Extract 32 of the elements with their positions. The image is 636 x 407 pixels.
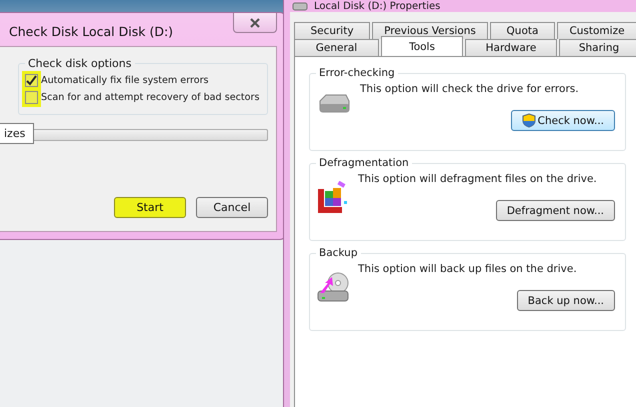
tab[interactable]: Sharing bbox=[559, 39, 636, 56]
tab[interactable]: Hardware bbox=[465, 39, 557, 56]
section-title: Error-checking bbox=[318, 67, 396, 79]
section-title: Backup bbox=[318, 247, 358, 259]
tooltip: izes bbox=[0, 123, 34, 144]
checkbox[interactable] bbox=[25, 74, 38, 87]
window-title: Local Disk (D:) Properties bbox=[314, 0, 440, 12]
cancel-button[interactable]: Cancel bbox=[196, 197, 268, 218]
group-title: Check disk options bbox=[27, 57, 132, 70]
defragment-icon bbox=[316, 181, 350, 215]
drive-icon bbox=[292, 1, 308, 11]
backup-drive-icon bbox=[316, 271, 350, 303]
close-icon bbox=[248, 18, 262, 28]
tab[interactable]: Customize bbox=[557, 22, 636, 39]
start-button[interactable]: Start bbox=[114, 197, 186, 218]
tab[interactable]: General bbox=[294, 39, 379, 56]
close-button[interactable] bbox=[233, 13, 277, 33]
section-description: This option will check the drive for errors. bbox=[360, 83, 580, 95]
defragment-button[interactable]: Defragment now... bbox=[496, 200, 615, 221]
section-title: Defragmentation bbox=[318, 157, 410, 169]
shield-icon bbox=[522, 113, 536, 128]
backup-button[interactable]: Back up now... bbox=[516, 290, 615, 311]
tab[interactable]: Quota bbox=[490, 22, 555, 39]
checkbox-label[interactable]: Scan for and attempt recovery of bad sectors bbox=[41, 92, 260, 103]
window-title: Check Disk Local Disk (D:) bbox=[9, 24, 174, 39]
tab[interactable]: Security bbox=[294, 22, 370, 39]
checkbox-label[interactable]: Automatically fix file system errors bbox=[41, 75, 209, 86]
section-description: This option will defragment files on the drive. bbox=[358, 173, 598, 185]
tab[interactable]: Tools bbox=[381, 36, 463, 56]
check-now-button[interactable]: Check now... bbox=[510, 110, 615, 131]
section-description: This option will back up files on the drive. bbox=[358, 263, 578, 275]
checkbox[interactable] bbox=[25, 91, 38, 104]
